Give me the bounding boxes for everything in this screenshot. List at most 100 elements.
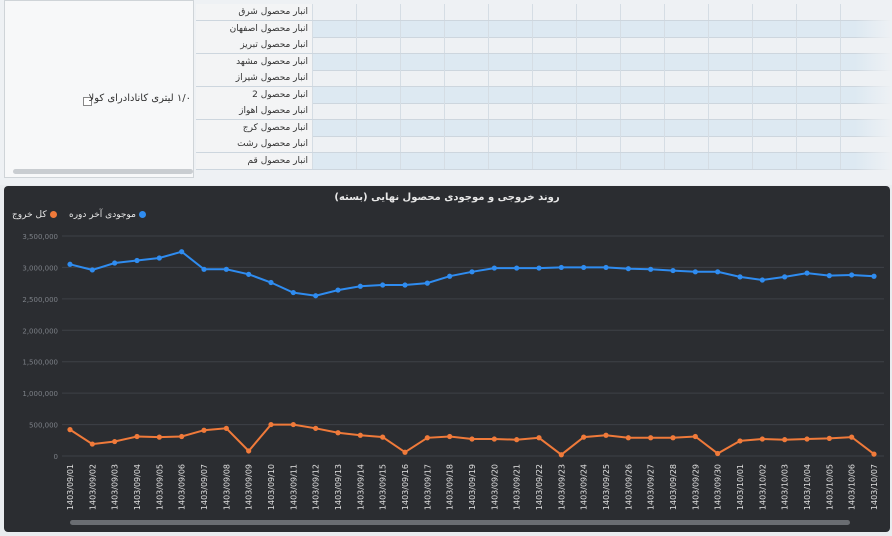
- data-point[interactable]: [581, 434, 587, 440]
- data-point[interactable]: [469, 436, 475, 442]
- x-tick-label: 1403/09/30: [714, 464, 723, 510]
- data-point[interactable]: [357, 283, 363, 289]
- table-cell: [488, 103, 533, 119]
- data-point[interactable]: [424, 435, 430, 441]
- data-point[interactable]: [826, 273, 832, 279]
- data-point[interactable]: [625, 266, 631, 272]
- data-point[interactable]: [179, 433, 185, 440]
- data-point[interactable]: [603, 432, 609, 438]
- legend-exit[interactable]: کل خروج: [12, 210, 57, 220]
- data-point[interactable]: [603, 264, 609, 271]
- data-point[interactable]: [447, 273, 453, 279]
- table-cell: [400, 136, 445, 152]
- data-point[interactable]: [290, 289, 296, 296]
- data-point[interactable]: [826, 435, 832, 441]
- table-cell: [312, 86, 357, 103]
- data-point[interactable]: [514, 437, 520, 443]
- table-cell: [664, 70, 709, 86]
- data-point[interactable]: [670, 435, 676, 441]
- data-point[interactable]: [223, 266, 229, 272]
- data-point[interactable]: [201, 266, 207, 272]
- table-cell: [796, 86, 841, 103]
- data-point[interactable]: [268, 421, 274, 428]
- table-cell: [576, 37, 621, 53]
- table-cell: [532, 152, 577, 169]
- data-point[interactable]: [89, 267, 95, 273]
- data-point[interactable]: [424, 280, 430, 286]
- data-point[interactable]: [536, 265, 542, 271]
- data-point[interactable]: [380, 282, 386, 288]
- table-cell: [444, 53, 489, 70]
- data-point[interactable]: [223, 425, 229, 431]
- data-point[interactable]: [849, 272, 855, 278]
- data-point[interactable]: [201, 427, 207, 433]
- data-point[interactable]: [290, 421, 296, 428]
- data-point[interactable]: [179, 249, 185, 255]
- table-cell: [752, 37, 797, 53]
- data-point[interactable]: [692, 433, 698, 440]
- data-point[interactable]: [313, 425, 319, 431]
- data-point[interactable]: [112, 260, 118, 266]
- tree-node-label[interactable]: ۱/۰ لیتری کانادادرای کولا: [11, 93, 191, 104]
- x-tick-label: 1403/09/14: [356, 464, 365, 510]
- data-point[interactable]: [759, 436, 765, 442]
- legend-dot-icon: [138, 211, 146, 218]
- data-point[interactable]: [558, 264, 564, 271]
- data-point[interactable]: [491, 265, 497, 271]
- data-point[interactable]: [156, 255, 162, 261]
- data-point[interactable]: [804, 436, 810, 442]
- data-point[interactable]: [558, 452, 564, 458]
- data-point[interactable]: [849, 434, 855, 440]
- data-point[interactable]: [491, 436, 497, 442]
- data-point[interactable]: [670, 267, 676, 274]
- data-point[interactable]: [402, 282, 408, 288]
- data-point[interactable]: [357, 432, 363, 438]
- data-point[interactable]: [759, 277, 765, 283]
- table-row: انبار محصول قم: [196, 152, 892, 170]
- data-point[interactable]: [447, 433, 453, 440]
- x-tick-label: 1403/10/07: [870, 464, 879, 510]
- data-point[interactable]: [402, 449, 408, 455]
- x-tick-label: 1403/09/25: [602, 464, 611, 510]
- data-point[interactable]: [112, 438, 118, 445]
- data-point[interactable]: [625, 435, 631, 441]
- data-point[interactable]: [648, 435, 654, 441]
- data-point[interactable]: [335, 430, 341, 436]
- table-cell: [576, 119, 621, 136]
- data-point[interactable]: [871, 273, 877, 279]
- data-point[interactable]: [380, 434, 386, 440]
- data-point[interactable]: [246, 448, 252, 454]
- data-point[interactable]: [782, 274, 788, 280]
- data-point[interactable]: [268, 279, 274, 286]
- data-point[interactable]: [156, 434, 162, 440]
- table-cell: [620, 103, 665, 119]
- legend-inventory[interactable]: موجودی آخر دوره: [69, 210, 146, 220]
- data-point[interactable]: [67, 427, 73, 433]
- data-point[interactable]: [246, 271, 252, 277]
- data-point[interactable]: [782, 437, 788, 443]
- data-point[interactable]: [67, 261, 73, 267]
- horizontal-scrollbar[interactable]: [13, 169, 193, 174]
- table-row: انبار محصول اهواز: [196, 103, 892, 120]
- data-point[interactable]: [581, 264, 587, 271]
- data-point[interactable]: [804, 270, 810, 276]
- data-point[interactable]: [134, 257, 140, 264]
- data-point[interactable]: [737, 274, 743, 280]
- data-point[interactable]: [335, 287, 341, 293]
- data-point[interactable]: [871, 451, 877, 457]
- data-point[interactable]: [715, 450, 721, 457]
- y-tick-label: 2,000,000: [22, 327, 58, 335]
- data-point[interactable]: [134, 433, 140, 440]
- data-point[interactable]: [514, 265, 520, 271]
- chart-scrollbar[interactable]: [70, 520, 850, 525]
- data-point[interactable]: [313, 293, 319, 299]
- table-cell: [752, 70, 797, 86]
- data-point[interactable]: [692, 269, 698, 275]
- data-point[interactable]: [536, 435, 542, 441]
- data-point[interactable]: [89, 441, 95, 447]
- table-cell: [312, 152, 357, 169]
- data-point[interactable]: [469, 269, 475, 275]
- data-point[interactable]: [737, 438, 743, 444]
- data-point[interactable]: [715, 269, 721, 275]
- data-point[interactable]: [648, 266, 654, 272]
